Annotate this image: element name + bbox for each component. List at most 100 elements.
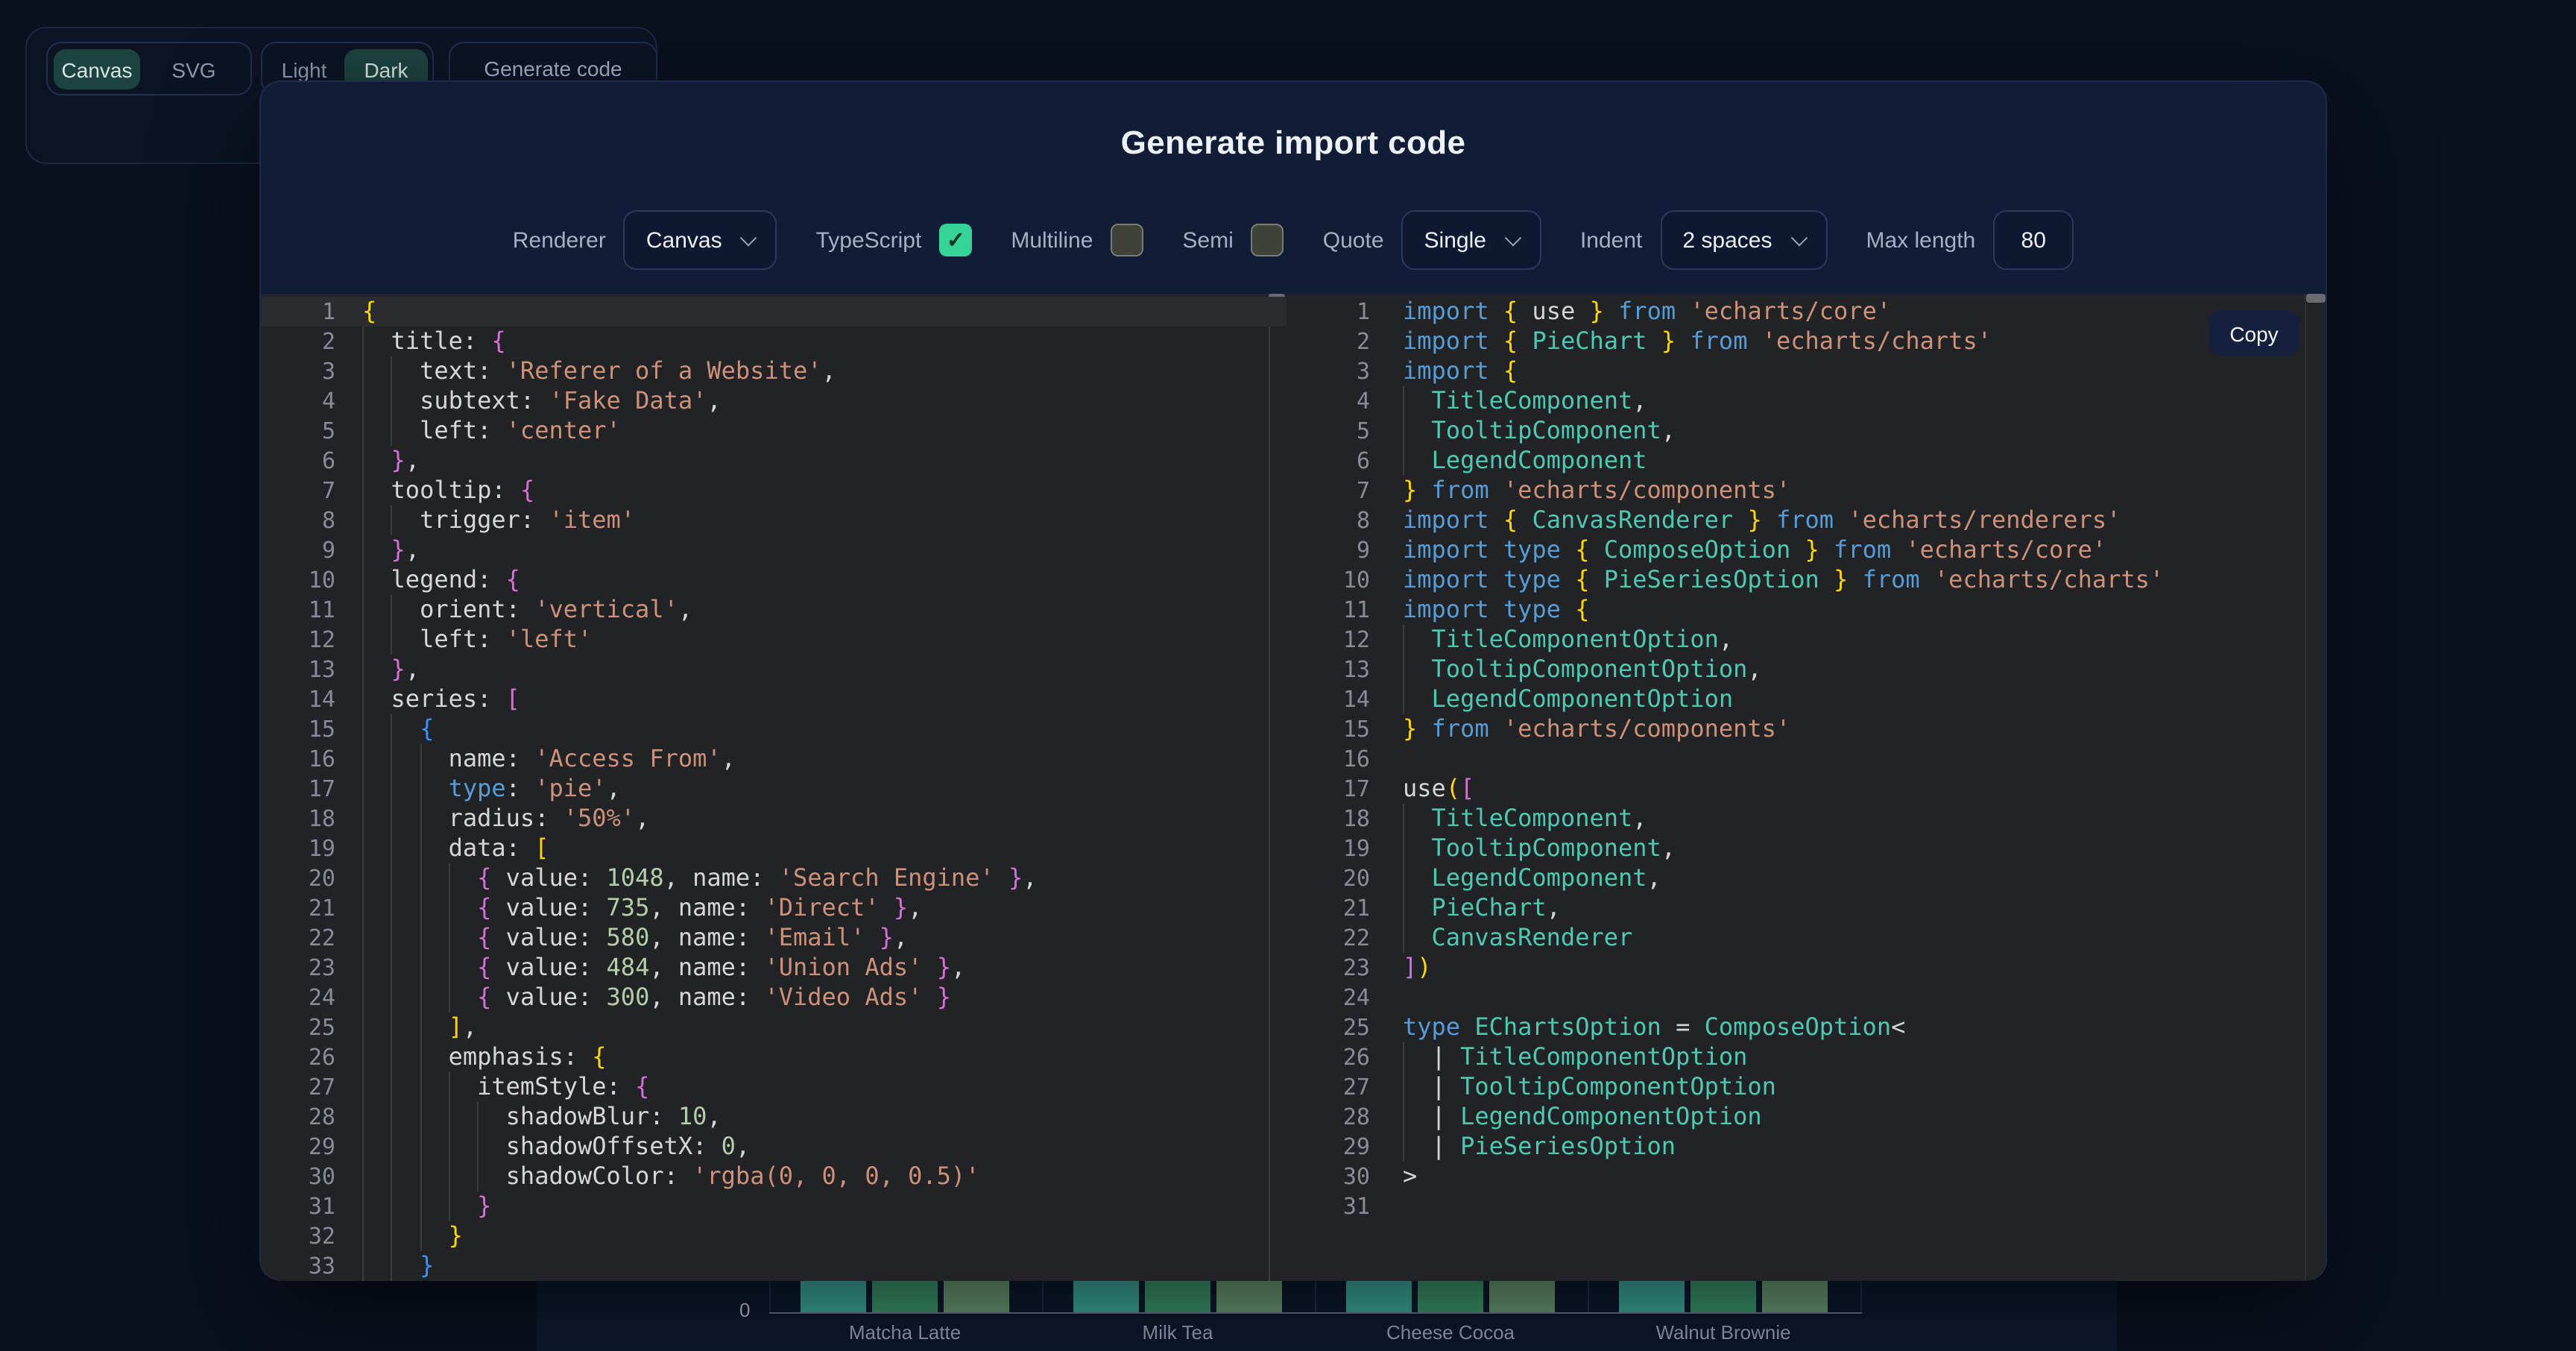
indent-guide — [391, 625, 420, 655]
code-line: 4 subtext: 'Fake Data', — [261, 386, 1287, 416]
indent-guide — [1403, 893, 1432, 923]
code-line: 27 itemStyle: { — [261, 1072, 1287, 1102]
code-line: 31 — [1287, 1191, 2326, 1221]
code-line: 18 radius: '50%', — [261, 804, 1287, 834]
indent-guide — [362, 1072, 391, 1102]
indent-guide — [391, 714, 420, 744]
modal-toolbar: Renderer Canvas TypeScript ✓ Multiline S… — [261, 210, 2326, 270]
indent-guide — [362, 595, 391, 625]
indent-guide — [420, 1102, 449, 1132]
line-number: 15 — [261, 714, 335, 744]
line-number: 26 — [1287, 1042, 1370, 1072]
chart-bar — [944, 1281, 1009, 1312]
code-line: 4 TitleComponent, — [1287, 386, 2326, 416]
indent-guide — [420, 953, 449, 983]
code-line: 6 }, — [261, 446, 1287, 476]
code-line: 23]) — [1287, 953, 2326, 983]
generated-import-code-panel[interactable]: Copy 1import { use } from 'echarts/core'… — [1287, 294, 2326, 1281]
line-number: 23 — [261, 953, 335, 983]
code-line: 26 | TitleComponentOption — [1287, 1042, 2326, 1072]
code-line: 2import { PieChart } from 'echarts/chart… — [1287, 327, 2326, 356]
code-line: 23 { value: 484, name: 'Union Ads' }, — [261, 953, 1287, 983]
indent-guide — [1403, 834, 1432, 863]
multiline-label: Multiline — [1011, 227, 1093, 253]
code-line: 7} from 'echarts/components' — [1287, 476, 2326, 506]
renderer-toggle-group: Canvas SVG — [46, 42, 252, 95]
indent-guide — [362, 1013, 391, 1042]
indent-select[interactable]: 2 spaces — [1660, 210, 1827, 270]
indent-guide — [391, 1072, 420, 1102]
chevron-down-icon — [1790, 230, 1808, 247]
renderer-select[interactable]: Canvas — [624, 210, 777, 270]
line-number: 20 — [1287, 863, 1370, 893]
line-number: 24 — [1287, 983, 1370, 1013]
line-number: 28 — [261, 1102, 335, 1132]
indent-select-value: 2 spaces — [1682, 227, 1772, 253]
multiline-checkbox[interactable] — [1111, 224, 1143, 256]
indent-guide — [420, 1191, 449, 1221]
indent-guide — [391, 416, 420, 446]
line-number: 24 — [261, 983, 335, 1013]
renderer-canvas-button[interactable]: Canvas — [54, 49, 140, 89]
indent-guide — [391, 863, 420, 893]
line-number: 16 — [1287, 744, 1370, 774]
chart-category-label: Milk Tea — [1058, 1321, 1297, 1344]
typescript-checkbox[interactable]: ✓ — [939, 224, 972, 256]
max-length-label: Max length — [1866, 227, 1975, 253]
code-line: 9 }, — [261, 535, 1287, 565]
code-line: 31 } — [261, 1191, 1287, 1221]
code-line: 3import { — [1287, 356, 2326, 386]
code-line: 5 left: 'center' — [261, 416, 1287, 446]
indent-guide — [391, 834, 420, 863]
line-number: 22 — [261, 923, 335, 953]
line-number: 7 — [1287, 476, 1370, 506]
code-line: 27 | TooltipComponentOption — [1287, 1072, 2326, 1102]
line-number: 2 — [261, 327, 335, 356]
semi-checkbox[interactable] — [1251, 224, 1284, 256]
indent-guide — [362, 923, 391, 953]
line-number: 28 — [1287, 1102, 1370, 1132]
indent-guide — [420, 804, 449, 834]
indent-guide — [362, 1042, 391, 1072]
indent-guide — [1403, 1132, 1432, 1162]
indent-guide — [362, 327, 391, 356]
indent-guide — [391, 923, 420, 953]
code-line: 1import { use } from 'echarts/core' — [1287, 297, 2326, 327]
line-number: 11 — [261, 595, 335, 625]
code-line: 30> — [1287, 1162, 2326, 1191]
indent-guide — [391, 1042, 420, 1072]
indent-guide — [362, 1162, 391, 1191]
code-line: 25 ], — [261, 1013, 1287, 1042]
line-number: 15 — [1287, 714, 1370, 744]
code-line: 14 series: [ — [261, 684, 1287, 714]
code-line: 8 trigger: 'item' — [261, 506, 1287, 535]
line-number: 10 — [261, 565, 335, 595]
indent-guide — [362, 714, 391, 744]
code-line: 16 — [1287, 744, 2326, 774]
line-number: 20 — [261, 863, 335, 893]
quote-select[interactable]: Single — [1402, 210, 1541, 270]
indent-guide — [420, 834, 449, 863]
indent-guide — [449, 863, 478, 893]
code-line: 17use([ — [1287, 774, 2326, 804]
code-line: 10import type { PieSeriesOption } from '… — [1287, 565, 2326, 595]
indent-guide — [420, 1132, 449, 1162]
code-line: 21 { value: 735, name: 'Direct' }, — [261, 893, 1287, 923]
option-code-editor[interactable]: 1{2 title: {3 text: 'Referer of a Websit… — [261, 294, 1287, 1281]
code-line: 11import type { — [1287, 595, 2326, 625]
line-number: 9 — [1287, 535, 1370, 565]
chart-gridline — [1860, 1281, 1862, 1312]
line-number: 29 — [261, 1132, 335, 1162]
code-line: 1{ — [261, 297, 1287, 327]
renderer-svg-button[interactable]: SVG — [146, 49, 242, 89]
indent-guide — [1403, 684, 1432, 714]
indent-guide — [449, 1132, 478, 1162]
line-number: 25 — [261, 1013, 335, 1042]
chart-bar — [801, 1281, 866, 1312]
code-line: 19 TooltipComponent, — [1287, 834, 2326, 863]
max-length-input[interactable]: 80 — [1993, 210, 2074, 270]
indent-guide — [1403, 804, 1432, 834]
chevron-down-icon — [1505, 230, 1522, 247]
chart-y-axis-zero-label: 0 — [739, 1299, 750, 1321]
indent-guide — [449, 1191, 478, 1221]
